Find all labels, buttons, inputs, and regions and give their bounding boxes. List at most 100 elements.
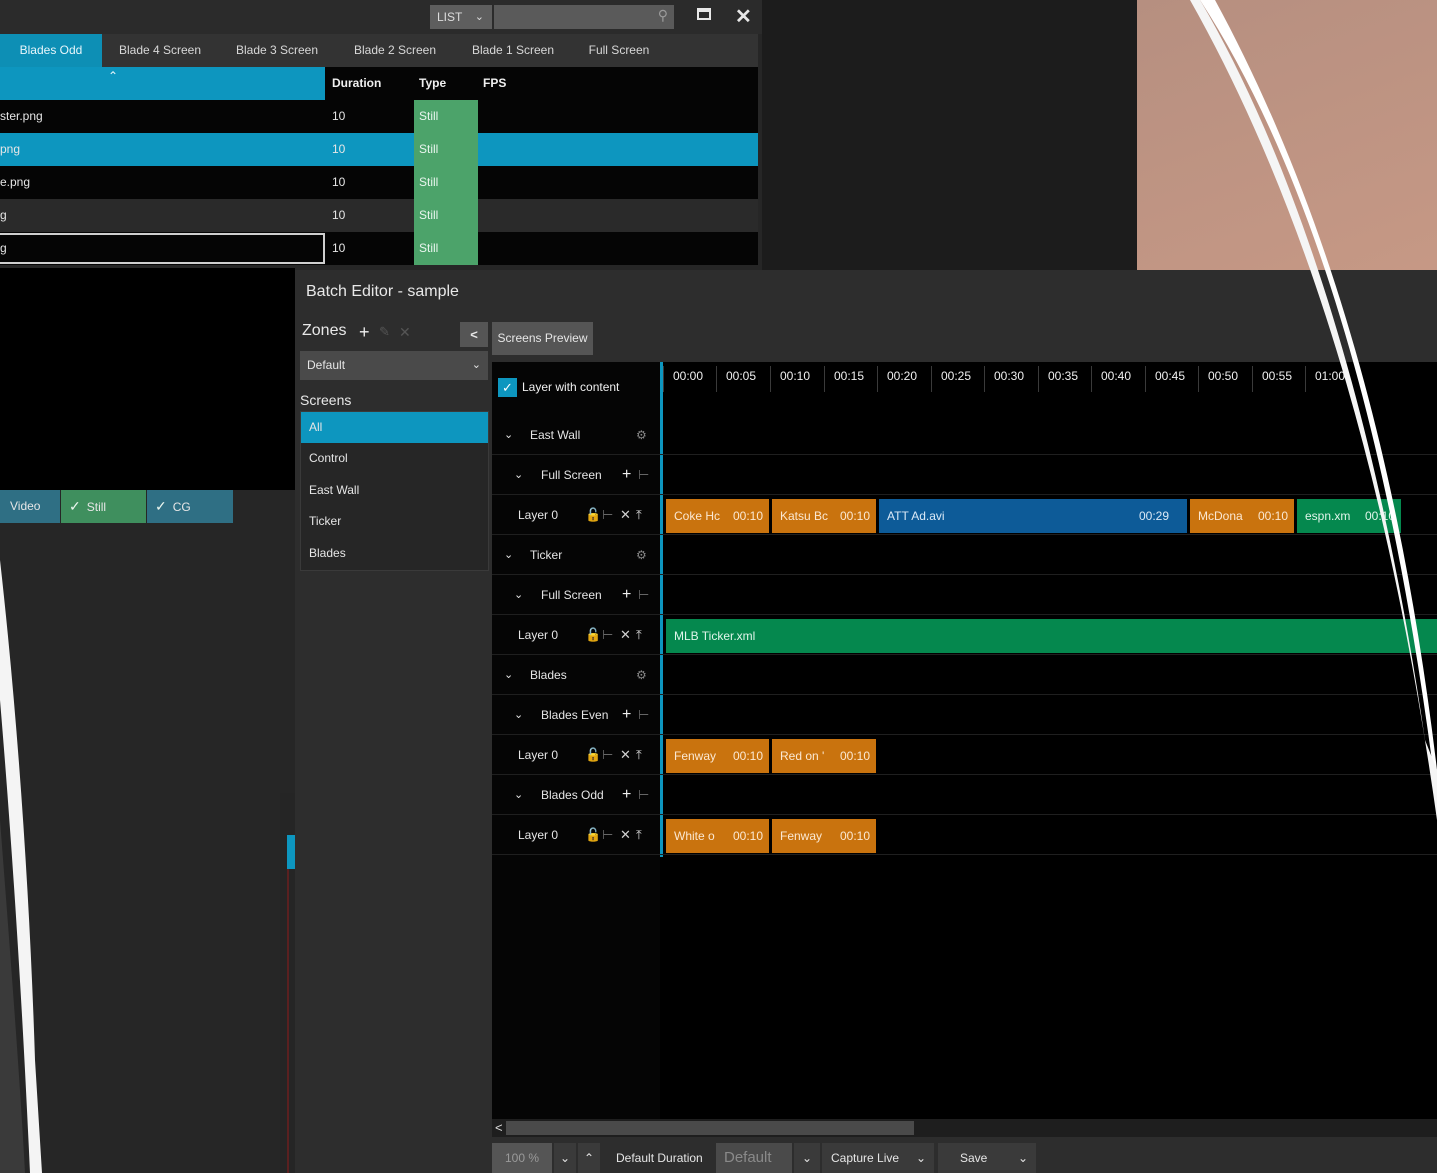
fit-icon[interactable]: ⊢ <box>638 575 649 615</box>
layer-track[interactable]: Layer 0 🔓 ⊢ ✕ ⤒ White o 00:10 Fenway 00:… <box>492 815 1437 855</box>
gear-icon[interactable]: ⚙ <box>636 655 647 695</box>
table-row[interactable]: g 10 Still <box>0 232 758 265</box>
save-button[interactable]: Save ⌄ <box>938 1143 1036 1173</box>
maximize-icon[interactable] <box>697 8 711 20</box>
table-row[interactable]: ster.png 10 Still <box>0 100 758 133</box>
scrollbar-thumb[interactable] <box>506 1121 914 1135</box>
screen-track-blades-even[interactable]: ⌄ Blades Even + ⊢ <box>492 695 1437 735</box>
chevron-down-icon[interactable]: ⌄ <box>504 415 513 455</box>
fit-icon[interactable]: ⊢ <box>638 695 649 735</box>
add-zone-icon[interactable]: + <box>359 322 370 342</box>
track-group-east-wall[interactable]: ⌄ East Wall ⚙ <box>492 415 1437 455</box>
timeline-clip[interactable]: espn.xm 00:10 <box>1297 499 1401 533</box>
layer-track[interactable]: Layer 0 🔓 ⊢ ✕ ⤒ Fenway 00:10 Red on ' 00… <box>492 735 1437 775</box>
timeline-clip[interactable]: Katsu Bc 00:10 <box>772 499 876 533</box>
timeline-clip[interactable]: Coke Hc 00:10 <box>666 499 769 533</box>
search-input[interactable]: ⚲ <box>494 5 674 29</box>
tab-blade-1-screen[interactable]: Blade 1 Screen <box>454 34 572 67</box>
screen-track-full-screen[interactable]: ⌄ Full Screen + ⊢ <box>492 455 1437 495</box>
track-group-ticker[interactable]: ⌄ Ticker ⚙ <box>492 535 1437 575</box>
table-row[interactable]: g 10 Still <box>0 199 758 232</box>
tab-blade-3-screen[interactable]: Blade 3 Screen <box>218 34 336 67</box>
filter-cg-button[interactable]: ✓ CG <box>147 490 233 523</box>
scroll-left-icon[interactable]: < <box>495 1119 503 1137</box>
add-layer-icon[interactable]: + <box>622 775 631 815</box>
timeline-clip[interactable]: Fenway 00:10 <box>772 819 876 853</box>
gear-icon[interactable]: ⚙ <box>636 415 647 455</box>
close-icon[interactable]: ✕ <box>735 4 752 29</box>
zoom-out-chevron-icon[interactable]: ⌄ <box>554 1143 576 1173</box>
chevron-down-icon[interactable]: ⌄ <box>794 1143 820 1173</box>
zoom-level[interactable]: 100 % <box>492 1143 552 1173</box>
time-ruler[interactable]: 00:00 00:05 00:10 00:15 00:20 00:25 00:3… <box>663 362 1437 414</box>
screen-item-east-wall[interactable]: East Wall <box>301 475 488 506</box>
screen-item-blades[interactable]: Blades <box>301 538 488 569</box>
timeline-clip[interactable]: McDona 00:10 <box>1190 499 1294 533</box>
fit-icon[interactable]: ⊢ <box>602 495 613 535</box>
name-column-header[interactable]: ⌃ <box>0 67 325 100</box>
delete-icon[interactable]: ✕ <box>620 735 631 775</box>
screen-track-blades-odd[interactable]: ⌄ Blades Odd + ⊢ <box>492 775 1437 815</box>
filter-still-button[interactable]: ✓ Still <box>61 490 146 523</box>
lock-icon[interactable]: 🔓 <box>585 735 601 775</box>
move-to-top-icon[interactable]: ⤒ <box>636 615 642 655</box>
delete-zone-icon[interactable]: ✕ <box>399 322 411 342</box>
zone-select[interactable]: Default ⌄ <box>300 351 488 380</box>
horizontal-scrollbar[interactable]: < <box>492 1119 1437 1137</box>
fit-icon[interactable]: ⊢ <box>602 615 613 655</box>
delete-icon[interactable]: ✕ <box>620 615 631 655</box>
duration-column-header[interactable]: Duration <box>332 67 381 100</box>
timeline-clip[interactable]: MLB Ticker.xml <box>666 619 1437 653</box>
chevron-down-icon[interactable]: ⌄ <box>514 695 523 735</box>
layer-track[interactable]: Layer 0 🔓 ⊢ ✕ ⤒ MLB Ticker.xml <box>492 615 1437 655</box>
chevron-down-icon[interactable]: ⌄ <box>514 455 523 495</box>
layer-with-content-checkbox[interactable]: ✓ <box>498 378 517 397</box>
table-row[interactable]: png 10 Still <box>0 133 758 166</box>
capture-live-button[interactable]: Capture Live ⌄ <box>822 1143 934 1173</box>
table-row[interactable]: e.png 10 Still <box>0 166 758 199</box>
add-layer-icon[interactable]: + <box>622 455 631 495</box>
screens-preview-button[interactable]: Screens Preview <box>492 322 593 355</box>
gear-icon[interactable]: ⚙ <box>636 535 647 575</box>
chevron-down-icon[interactable]: ⌄ <box>504 535 513 575</box>
lock-icon[interactable]: 🔓 <box>585 615 601 655</box>
zoom-in-chevron-icon[interactable]: ⌃ <box>578 1143 600 1173</box>
timeline-clip[interactable]: White o 00:10 <box>666 819 769 853</box>
tab-full-screen[interactable]: Full Screen <box>572 34 666 67</box>
tab-blades-odd[interactable]: Blades Odd <box>0 34 102 67</box>
delete-icon[interactable]: ✕ <box>620 815 631 855</box>
chevron-down-icon[interactable]: ⌄ <box>514 575 523 615</box>
delete-icon[interactable]: ✕ <box>620 495 631 535</box>
screen-item-control[interactable]: Control <box>301 443 488 474</box>
screen-item-all[interactable]: All <box>301 412 488 443</box>
add-layer-icon[interactable]: + <box>622 695 631 735</box>
screen-item-ticker[interactable]: Ticker <box>301 506 488 537</box>
type-column-header[interactable]: Type <box>419 67 446 100</box>
chevron-down-icon[interactable]: ⌄ <box>514 775 523 815</box>
timeline-clip[interactable]: Fenway 00:10 <box>666 739 769 773</box>
collapse-panel-button[interactable]: < <box>460 322 488 347</box>
lock-icon[interactable]: 🔓 <box>585 815 601 855</box>
layer-track[interactable]: Layer 0 🔓 ⊢ ✕ ⤒ Coke Hc 00:10 Katsu Bc 0… <box>492 495 1437 535</box>
timeline-clip[interactable]: ATT Ad.avi 00:29 <box>879 499 1187 533</box>
move-to-top-icon[interactable]: ⤒ <box>636 735 642 775</box>
timeline-clip[interactable]: Red on ' 00:10 <box>772 739 876 773</box>
lock-icon[interactable]: 🔓 <box>585 495 601 535</box>
fit-icon[interactable]: ⊢ <box>638 455 649 495</box>
chevron-down-icon[interactable]: ⌄ <box>504 655 513 695</box>
add-layer-icon[interactable]: + <box>622 575 631 615</box>
view-mode-dropdown[interactable]: LIST ⌄ <box>430 5 492 29</box>
default-duration-input[interactable]: Default <box>716 1143 792 1173</box>
fps-column-header[interactable]: FPS <box>483 67 506 100</box>
move-to-top-icon[interactable]: ⤒ <box>636 495 642 535</box>
tab-blade-2-screen[interactable]: Blade 2 Screen <box>336 34 454 67</box>
track-group-blades[interactable]: ⌄ Blades ⚙ <box>492 655 1437 695</box>
fit-icon[interactable]: ⊢ <box>602 815 613 855</box>
fit-icon[interactable]: ⊢ <box>638 775 649 815</box>
screen-track-full-screen[interactable]: ⌄ Full Screen + ⊢ <box>492 575 1437 615</box>
move-to-top-icon[interactable]: ⤒ <box>636 815 642 855</box>
tab-blade-4-screen[interactable]: Blade 4 Screen <box>102 34 218 67</box>
filter-video-button[interactable]: Video <box>0 490 60 523</box>
fit-icon[interactable]: ⊢ <box>602 735 613 775</box>
edit-zone-icon[interactable]: ✎ <box>379 322 390 342</box>
